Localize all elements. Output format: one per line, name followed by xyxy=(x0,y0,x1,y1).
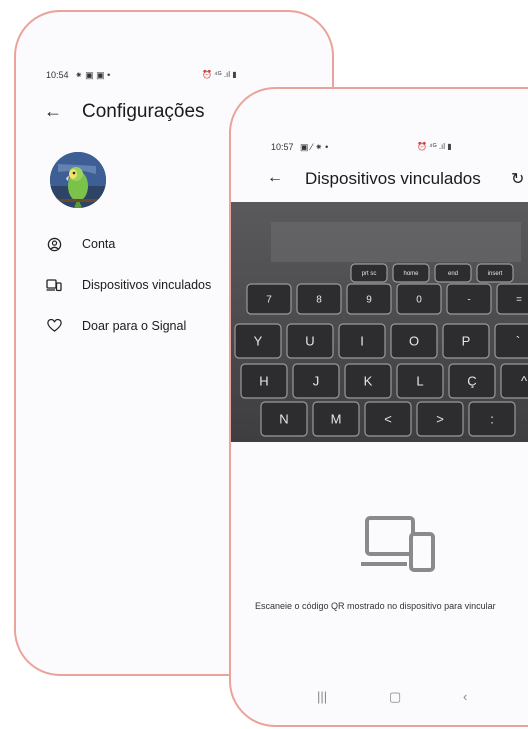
menu-item-doar[interactable]: Doar para o Signal xyxy=(46,316,186,336)
status-notification-icons: ⁕ ▣ ▣ • xyxy=(75,70,111,80)
keyboard-key-label: L xyxy=(416,373,423,388)
keyboard-key-label: 8 xyxy=(316,294,322,305)
keyboard-key-label: : xyxy=(490,411,494,426)
keyboard-key-label: H xyxy=(259,373,268,388)
status-notification-icons: ▣ ⁄ ⁕ • xyxy=(300,142,329,152)
recents-icon[interactable]: ||| xyxy=(317,689,327,704)
keyboard-key-label: O xyxy=(409,333,419,348)
menu-item-conta[interactable]: Conta xyxy=(46,234,115,254)
keyboard-key-label: end xyxy=(448,271,458,277)
keyboard-key-label: N xyxy=(279,411,288,426)
home-icon[interactable]: ▢ xyxy=(389,689,401,705)
page-title: Dispositivos vinculados xyxy=(305,169,481,188)
keyboard-key-label: prt sc xyxy=(362,271,377,277)
keyboard-key-label: J xyxy=(313,373,320,388)
status-time: 10:54 xyxy=(46,70,69,80)
status-system-icons: ⏰ ⁴ᴳ .ıl ▮ xyxy=(202,70,237,79)
keyboard-key xyxy=(496,283,528,315)
menu-item-dispositivos-vinculados[interactable]: Dispositivos vinculados xyxy=(46,275,211,295)
account-circle-icon xyxy=(46,236,62,252)
keyboard-key-label: 0 xyxy=(416,294,422,305)
keyboard-key-label: P xyxy=(462,333,471,348)
keyboard-key-label: = xyxy=(516,294,522,305)
keyboard-key-label: Y xyxy=(254,333,263,348)
keyboard-key-label: home xyxy=(403,271,419,277)
keyboard-camera-image: prt sc home end insert 7 8 9 0 - = Y U I O P ` H J K L Ç ^ N M <… xyxy=(231,202,528,442)
linked-devices-large-icon xyxy=(361,514,437,577)
refresh-icon[interactable]: ↻ xyxy=(511,169,524,189)
status-system-icons: ⏰ ⁴ᴳ .ıl ▮ xyxy=(417,142,452,151)
keyboard-key-label: 7 xyxy=(266,294,272,305)
status-bar: 10:57 ▣ ⁄ ⁕ • xyxy=(271,142,328,153)
keyboard-key-label: 9 xyxy=(366,294,372,305)
status-time: 10:57 xyxy=(271,142,294,152)
keyboard-key-label: ` xyxy=(516,333,520,348)
parrot-avatar-image xyxy=(50,152,106,208)
menu-item-label: Dispositivos vinculados xyxy=(82,278,212,292)
keyboard-key-label: K xyxy=(364,373,373,388)
page-title: Configurações xyxy=(82,101,205,122)
menu-item-label: Conta xyxy=(82,237,116,251)
avatar[interactable] xyxy=(50,152,106,208)
back-arrow-icon[interactable]: ← xyxy=(267,169,283,187)
linked-devices-icon xyxy=(46,277,62,293)
keyboard-key-label: insert xyxy=(488,271,503,277)
keyboard-key-label: M xyxy=(331,411,342,426)
system-navbar: ||| ▢ ‹ xyxy=(231,689,528,713)
keyboard-key-label: - xyxy=(467,294,470,305)
keyboard-key-label: U xyxy=(305,333,314,348)
keyboard-key-label: ^ xyxy=(521,373,528,388)
keyboard-key-label: > xyxy=(436,411,444,426)
linked-devices-phone: 10:57 ▣ ⁄ ⁕ • ⏰ ⁴ᴳ .ıl ▮ ← Dispositivos … xyxy=(229,87,528,727)
menu-item-label: Doar para o Signal xyxy=(82,319,187,333)
keyboard-key xyxy=(494,323,528,359)
status-bar: 10:54 ⁕ ▣ ▣ • xyxy=(46,70,110,81)
heart-icon xyxy=(46,318,62,334)
scan-instruction: Escaneie o código QR mostrado no disposi… xyxy=(255,601,496,611)
back-nav-icon[interactable]: ‹ xyxy=(463,689,467,704)
keyboard-key-label: Ç xyxy=(467,373,476,388)
keyboard-key-label: I xyxy=(360,333,364,348)
camera-viewfinder[interactable]: prt sc home end insert 7 8 9 0 - = Y U I O P ` H J K L Ç ^ N M <… xyxy=(231,202,528,442)
back-arrow-icon[interactable]: ← xyxy=(44,101,62,122)
keyboard-key-label: < xyxy=(384,411,392,426)
